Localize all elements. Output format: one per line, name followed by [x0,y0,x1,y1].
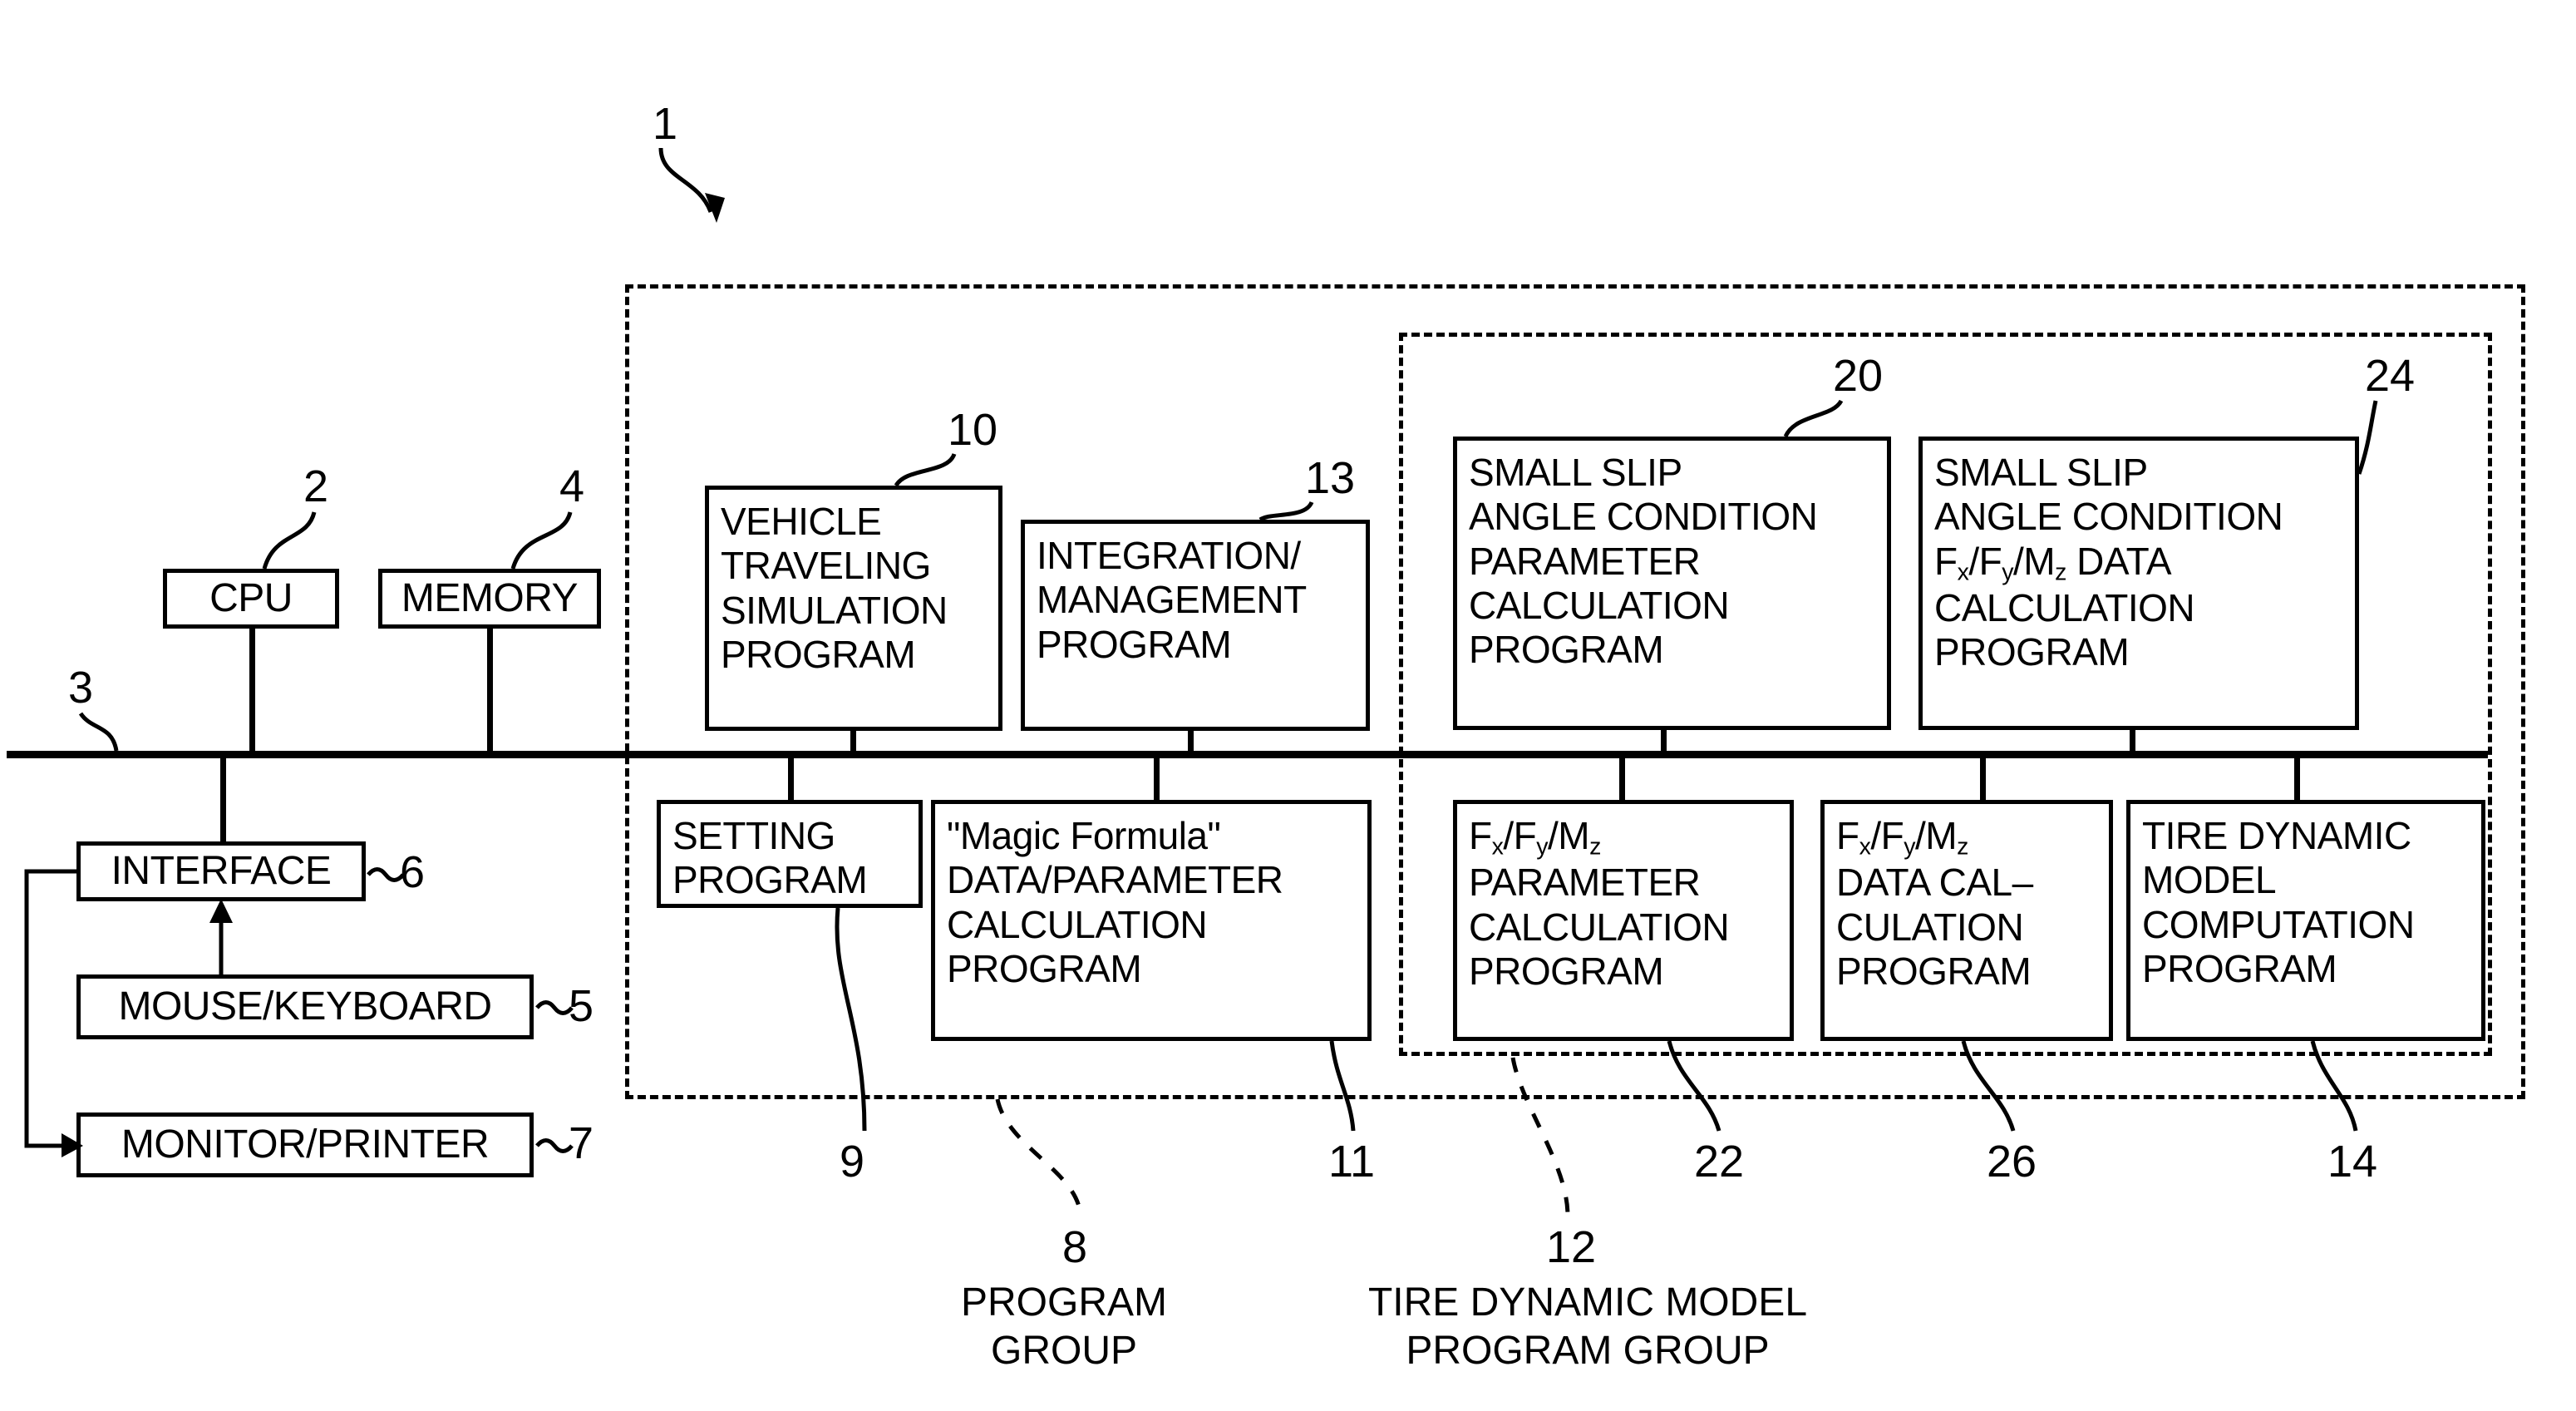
small-slip-data-line-2: ANGLE CONDITION [1934,495,2283,539]
fxfymz-data-bus-stub [1980,755,1986,802]
fxfymz-data-calculation-program-box: Fx/Fy/Mz DATA CAL– CULATION PROGRAM [1820,800,2113,1041]
vehicle-traveling-simulation-program-box: VEHICLE TRAVELING SIMULATION PROGRAM [705,486,1002,731]
fy-mid: /F [1503,814,1537,857]
fxfymz-data-line-4: PROGRAM [1836,950,2032,994]
leader-line-4 [510,511,573,570]
ref-numeral-8: 8 [1062,1222,1088,1272]
ref-numeral-13: 13 [1305,453,1356,503]
interface-label: INTERFACE [111,849,332,894]
tire-dynamic-model-computation-bus-stub [2294,755,2300,802]
fxfymz-parameter-line-2: PARAMETER [1469,861,1701,905]
interface-to-monitor-line [24,869,76,1148]
cpu-box: CPU [163,569,339,629]
small-slip-data-line-1: SMALL SLIP [1934,451,2148,494]
ref-numeral-20: 20 [1833,351,1884,401]
fxfymz-parameter-line-4: PROGRAM [1469,950,1664,994]
interface-box: INTERFACE [76,841,366,901]
arrowhead-1 [705,193,725,223]
mz-mid: /M [1548,814,1590,857]
ref-numeral-4: 4 [559,461,585,511]
interface-bus-stub [220,755,226,845]
memory-box: MEMORY [378,569,601,629]
small-slip-data-program-box: SMALL SLIP ANGLE CONDITION Fx/Fy/Mz DATA… [1918,437,2359,730]
setting-program-bus-stub [788,755,794,802]
ref-numeral-5: 5 [569,981,594,1031]
tire-dynamic-model-computation-program-label: TIRE DYNAMIC MODEL COMPUTATION PROGRAM [2142,814,2415,991]
small-slip-data-line-4: CALCULATION [1934,586,2195,630]
leader-line-3 [78,712,119,752]
mz-subscript: z [2055,558,2066,585]
fy-subscript: y [1536,833,1549,861]
ref-numeral-3: 3 [68,663,94,713]
setting-program-box: SETTING PROGRAM [657,800,923,908]
ref-numeral-11: 11 [1328,1137,1376,1187]
monitor-printer-label: MONITOR/PRINTER [121,1122,490,1167]
magic-formula-program-box: "Magic Formula" DATA/PARAMETER CALCULATI… [931,800,1372,1041]
fy-subscript: y [1904,833,1916,861]
mouse-to-interface-arrowhead [209,899,233,923]
setting-program-label: SETTING PROGRAM [672,814,868,902]
fxfymz-parameter-bus-stub [1619,755,1625,802]
fxfymz-parameter-line-1: Fx/Fy/Mz [1469,814,1790,861]
integration-management-program-box: INTEGRATION/ MANAGEMENT PROGRAM [1021,520,1370,731]
figure-canvas: CPU MEMORY INTERFACE MOUSE/KEYBOARD MONI… [0,0,2576,1411]
ref-numeral-1: 1 [653,99,678,149]
small-slip-data-line-3: Fx/Fy/Mz DATA [1934,540,2355,586]
leader-line-6 [367,867,405,882]
cpu-bus-stub [249,627,255,754]
fx-prefix: F [1934,539,1958,583]
fy-mid: /F [1870,814,1904,857]
ref-numeral-6: 6 [400,847,426,897]
vehicle-traveling-simulation-program-label: VEHICLE TRAVELING SIMULATION PROGRAM [721,500,948,677]
mouse-keyboard-box: MOUSE/KEYBOARD [76,974,534,1039]
small-slip-parameter-program-box: SMALL SLIP ANGLE CONDITION PARAMETER CAL… [1453,437,1891,730]
fxfymz-data-line-3: CULATION [1836,905,2024,949]
program-group-caption: PROGRAM GROUP [960,1280,1167,1373]
monitor-printer-box: MONITOR/PRINTER [76,1113,534,1177]
magic-formula-bus-stub [1154,755,1160,802]
fxfymz-parameter-program-box: Fx/Fy/Mz PARAMETER CALCULATION PROGRAM [1453,800,1794,1041]
ref-numeral-24: 24 [2365,351,2416,401]
integration-management-program-label: INTEGRATION/ MANAGEMENT PROGRAM [1037,534,1307,666]
leader-line-2 [262,511,317,570]
leader-line-5 [535,1000,574,1015]
small-slip-parameter-program-label: SMALL SLIP ANGLE CONDITION PARAMETER CAL… [1469,451,1818,672]
fy-subscript: y [2002,558,2014,585]
ref-numeral-22: 22 [1694,1137,1745,1187]
mz-mid: /M [1915,814,1958,857]
leader-line-8 [995,1098,1083,1216]
mz-subscript: z [1589,833,1601,861]
fxfymz-data-line-2: DATA CAL– [1836,861,2033,905]
ref-numeral-14: 14 [2327,1137,2378,1187]
ref-numeral-12: 12 [1546,1222,1597,1272]
fx-subscript: x [1859,833,1871,861]
leader-line-7 [535,1138,574,1153]
fxfymz-data-line-1: Fx/Fy/Mz [1836,814,2109,861]
mz-mid: /M [2013,539,2056,583]
small-slip-data-line-5: PROGRAM [1934,630,2130,674]
ref-numeral-2: 2 [303,461,329,511]
data-suffix: DATA [2066,539,2172,583]
mouse-keyboard-label: MOUSE/KEYBOARD [118,984,492,1029]
ref-numeral-26: 26 [1987,1137,2037,1187]
leader-line-1 [658,147,713,213]
system-bus-line [7,751,2488,758]
tire-dynamic-model-computation-program-box: TIRE DYNAMIC MODEL COMPUTATION PROGRAM [2126,800,2485,1041]
fx-prefix: F [1836,814,1859,857]
fy-mid: /F [1968,539,2002,583]
memory-bus-stub [487,627,493,754]
tire-dynamic-model-group-caption: TIRE DYNAMIC MODEL PROGRAM GROUP [1367,1280,1808,1373]
cpu-label: CPU [209,576,293,621]
ref-numeral-7: 7 [569,1118,594,1168]
fx-subscript: x [1491,833,1504,861]
fx-subscript: x [1957,558,1969,585]
fx-prefix: F [1469,814,1492,857]
ref-numeral-10: 10 [948,405,998,455]
memory-label: MEMORY [401,576,579,621]
fxfymz-parameter-line-3: CALCULATION [1469,905,1730,949]
magic-formula-program-label: "Magic Formula" DATA/PARAMETER CALCULATI… [947,814,1283,991]
ref-numeral-9: 9 [840,1137,865,1187]
mz-subscript: z [1957,833,1968,861]
